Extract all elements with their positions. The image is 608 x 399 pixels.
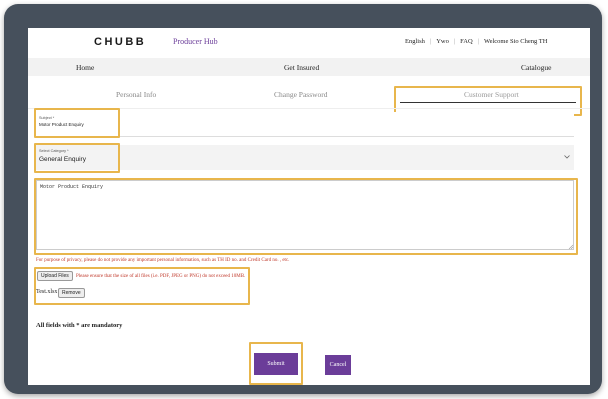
welcome-user[interactable]: Welcome Sio Cheng TH [480, 38, 551, 45]
app-screen: CHUBB Producer Hub English | Ywo | FAQ | Welco… [28, 28, 590, 385]
ywo-link[interactable]: Ywo [432, 38, 453, 45]
language-link[interactable]: English [401, 38, 429, 45]
tab-personal-info[interactable]: Personal Info [116, 90, 156, 99]
nav-catalogue[interactable]: Catalogue [521, 63, 551, 72]
highlight-message [34, 178, 578, 255]
top-bar: CHUBB Producer Hub English | Ywo | FAQ | Welco… [28, 28, 590, 54]
highlight-category [34, 143, 120, 173]
mandatory-note: All fields with * are mandatory [36, 322, 123, 329]
highlight-subject [34, 108, 120, 138]
privacy-note: For purpose of privacy, please do not pr… [36, 258, 290, 263]
producer-hub-label: Producer Hub [173, 37, 218, 46]
chubb-logo: CHUBB [94, 36, 147, 48]
chevron-down-icon[interactable] [564, 155, 570, 159]
nav-home[interactable]: Home [76, 63, 94, 72]
highlight-submit [249, 342, 303, 385]
device-frame: CHUBB Producer Hub English | Ywo | FAQ | Welco… [4, 4, 602, 394]
tab-change-password[interactable]: Change Password [274, 90, 328, 99]
cancel-button[interactable]: Cancel [325, 355, 351, 375]
main-nav: Home Get Insured Catalogue [28, 58, 590, 76]
nav-get-insured[interactable]: Get Insured [284, 63, 319, 72]
faq-link[interactable]: FAQ [456, 38, 477, 45]
highlight-upload [34, 267, 250, 305]
top-links: English | Ywo | FAQ | Welcome Sio Cheng TH [401, 38, 551, 45]
